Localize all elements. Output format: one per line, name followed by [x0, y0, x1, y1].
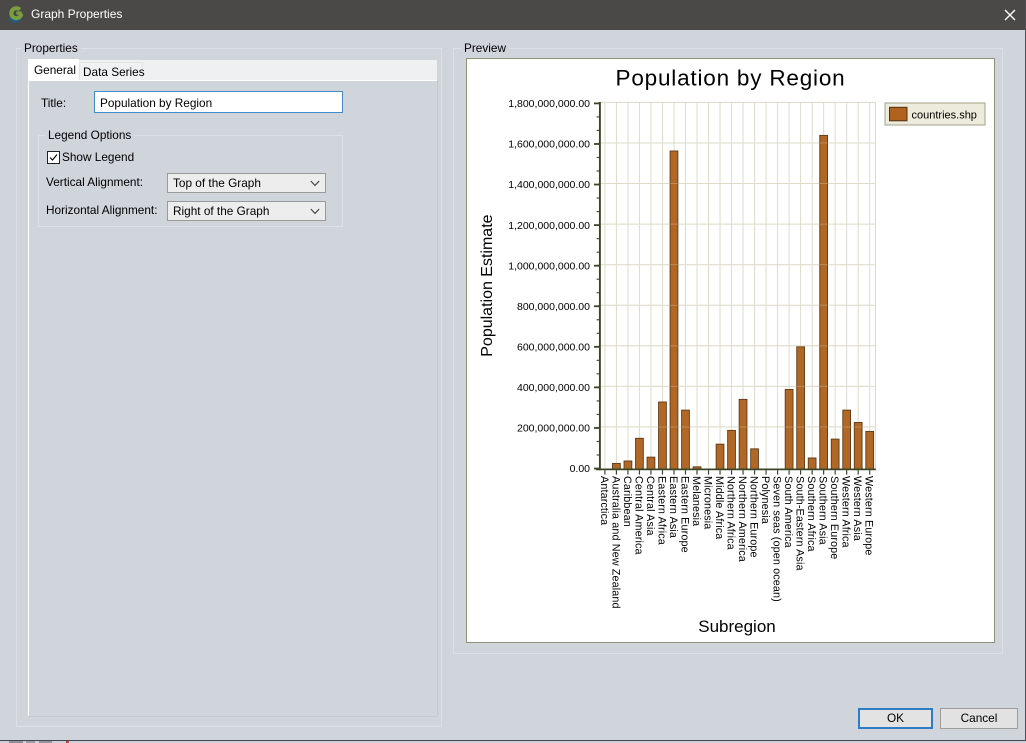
svg-text:1,800,000,000.00: 1,800,000,000.00	[508, 98, 590, 110]
svg-text:Seven seas (open ocean): Seven seas (open ocean)	[771, 476, 783, 602]
svg-text:Antarctica: Antarctica	[598, 476, 610, 525]
svg-text:1,000,000,000.00: 1,000,000,000.00	[508, 260, 590, 272]
svg-text:800,000,000.00: 800,000,000.00	[517, 301, 590, 313]
svg-text:1,600,000,000.00: 1,600,000,000.00	[508, 139, 590, 151]
svg-text:Population Estimate: Population Estimate	[479, 214, 496, 356]
svg-text:South America: South America	[782, 476, 794, 548]
svg-text:Western Africa: Western Africa	[840, 476, 852, 548]
svg-text:Australia and New Zealand: Australia and New Zealand	[609, 476, 621, 609]
svg-text:1,200,000,000.00: 1,200,000,000.00	[508, 220, 590, 232]
svg-text:400,000,000.00: 400,000,000.00	[517, 382, 590, 394]
svg-text:Northern America: Northern America	[736, 476, 748, 562]
svg-text:Western Europe: Western Europe	[863, 476, 875, 556]
svg-text:Southern Asia: Southern Asia	[817, 476, 829, 545]
svg-text:0.00: 0.00	[570, 463, 591, 475]
svg-text:Polynesia: Polynesia	[759, 476, 771, 524]
svg-text:Subregion: Subregion	[698, 617, 776, 636]
svg-text:countries.shp: countries.shp	[912, 110, 977, 122]
svg-text:Micronesia: Micronesia	[702, 476, 714, 529]
svg-text:Western Asia: Western Asia	[851, 476, 863, 541]
svg-text:Middle Africa: Middle Africa	[713, 476, 725, 539]
svg-text:Southern Africa: Southern Africa	[805, 476, 817, 552]
svg-text:Northern Europe: Northern Europe	[748, 476, 760, 558]
svg-text:Eastern Asia: Eastern Asia	[667, 476, 679, 538]
svg-text:Central America: Central America	[632, 476, 644, 555]
svg-text:Central Asia: Central Asia	[644, 476, 656, 536]
svg-text:Eastern Africa: Eastern Africa	[655, 476, 667, 545]
svg-text:Population by Region: Population by Region	[616, 66, 846, 91]
svg-text:1,400,000,000.00: 1,400,000,000.00	[508, 179, 590, 191]
svg-text:Northern Africa: Northern Africa	[725, 476, 737, 550]
svg-text:Melanesia: Melanesia	[690, 476, 702, 526]
svg-text:Eastern Europe: Eastern Europe	[678, 476, 690, 553]
svg-text:South-Eastern Asia: South-Eastern Asia	[794, 476, 806, 571]
svg-text:Caribbean: Caribbean	[621, 476, 633, 527]
svg-text:Southern Europe: Southern Europe	[828, 476, 840, 559]
svg-text:200,000,000.00: 200,000,000.00	[517, 423, 590, 435]
svg-text:600,000,000.00: 600,000,000.00	[517, 342, 590, 354]
